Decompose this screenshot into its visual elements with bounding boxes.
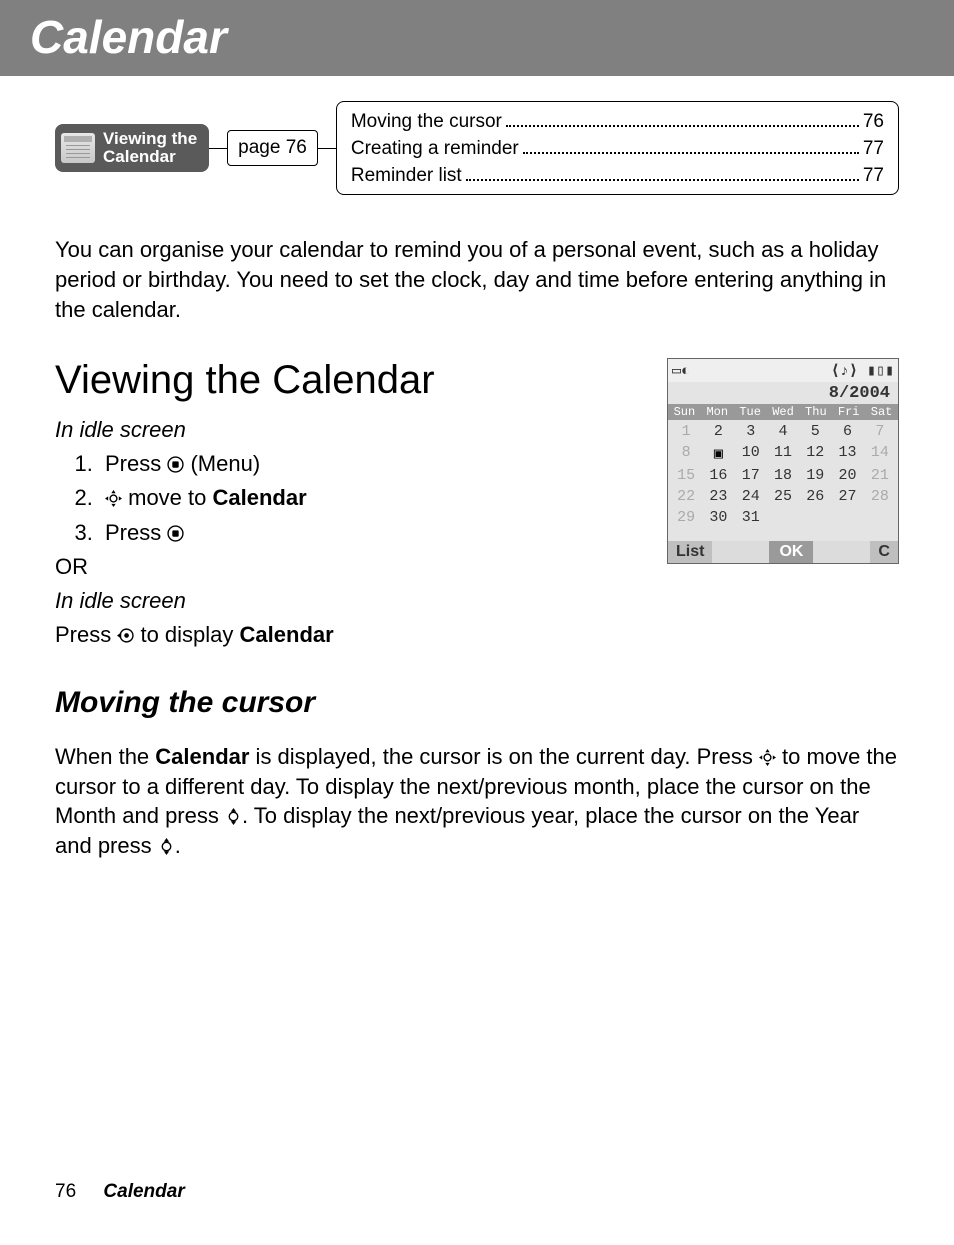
softkey-right: C — [870, 541, 898, 563]
phone-day-cell: 17 — [735, 466, 767, 485]
phone-day-cell: 19 — [799, 466, 831, 485]
footer-title: Calendar — [103, 1181, 184, 1202]
phone-day-cell: 3 — [735, 422, 767, 441]
phone-day-cell: 7 — [864, 422, 896, 441]
updown-key-icon — [158, 838, 175, 855]
title-banner: Calendar — [0, 0, 954, 76]
phone-day-cell: 21 — [864, 466, 896, 485]
context-label: In idle screen — [55, 584, 637, 618]
steps: In idle screen Press (Menu) move to Cale… — [55, 413, 637, 652]
topic-chip: Viewing the Calendar — [55, 124, 209, 172]
phone-dow-row: Sun Mon Tue Wed Thu Fri Sat — [668, 404, 898, 420]
center-key-icon — [167, 456, 184, 473]
toc-leader — [523, 135, 859, 154]
phone-month: 8/2004 — [668, 382, 898, 404]
softkey-center: OK — [769, 541, 813, 563]
connector-line — [209, 148, 227, 149]
phone-day-cell: ▣ — [702, 443, 734, 464]
left-key-icon — [117, 627, 134, 644]
phone-day-cell: 23 — [702, 487, 734, 506]
phone-day-cell: 20 — [831, 466, 863, 485]
section-heading: Viewing the Calendar — [55, 358, 637, 403]
phone-day-cell: 29 — [670, 508, 702, 527]
toc-page: 77 — [863, 163, 884, 189]
center-key-icon — [167, 525, 184, 542]
footer: 76 Calendar — [55, 1181, 185, 1203]
phone-day-cell: 13 — [831, 443, 863, 464]
toc-box: Moving the cursor 76 Creating a reminder… — [336, 101, 899, 195]
phone-day-grid: 12345678▣1011121314151617181920212223242… — [668, 420, 898, 541]
phone-day-cell: 1 — [670, 422, 702, 441]
phone-day-cell: 4 — [767, 422, 799, 441]
phone-day-cell: 12 — [799, 443, 831, 464]
updown-key-icon — [225, 808, 242, 825]
or-label: OR — [55, 550, 637, 584]
nav-key-icon — [105, 490, 122, 507]
phone-status-bar: ▭◐ ⟨♪⟩ ▮▯▮ — [668, 359, 898, 382]
toc-page: 76 — [863, 109, 884, 135]
connector-line — [318, 148, 336, 149]
toc-row: Creating a reminder 77 — [351, 135, 884, 162]
toc-row: Moving the cursor 76 — [351, 108, 884, 135]
phone-day-cell: 10 — [735, 443, 767, 464]
phone-day-cell: 5 — [799, 422, 831, 441]
phone-day-cell: 16 — [702, 466, 734, 485]
chip-line1: Viewing the — [103, 129, 197, 148]
phone-day-cell: 24 — [735, 487, 767, 506]
phone-day-cell: 2 — [702, 422, 734, 441]
toc-leader — [466, 161, 859, 180]
toc-row: Reminder list 77 — [351, 161, 884, 188]
battery-icon: ▭◐ — [672, 361, 690, 380]
chip-text: Viewing the Calendar — [103, 130, 197, 166]
phone-day-cell: 14 — [864, 443, 896, 464]
phone-day-cell: 27 — [831, 487, 863, 506]
toc-label: Moving the cursor — [351, 109, 502, 135]
step-3: Press — [99, 516, 637, 550]
page-ref-box: page 76 — [227, 130, 318, 166]
phone-day-cell: 28 — [864, 487, 896, 506]
phone-day-cell: 8 — [670, 443, 702, 464]
subsection-heading: Moving the cursor — [55, 686, 899, 720]
phone-day-cell: 6 — [831, 422, 863, 441]
phone-screenshot: ▭◐ ⟨♪⟩ ▮▯▮ 8/2004 Sun Mon Tue Wed Thu Fr… — [667, 358, 899, 564]
toc-leader — [506, 108, 859, 127]
chip-line2: Calendar — [103, 147, 176, 166]
phone-day-cell: 15 — [670, 466, 702, 485]
signal-icon: ⟨♪⟩ ▮▯▮ — [831, 361, 894, 380]
toc-label: Reminder list — [351, 163, 462, 189]
toc-page: 77 — [863, 136, 884, 162]
page-title: Calendar — [30, 10, 924, 64]
footer-page: 76 — [55, 1181, 76, 1202]
phone-day-cell: 26 — [799, 487, 831, 506]
body-text: When the Calendar is displayed, the curs… — [55, 742, 899, 861]
phone-day-cell: 30 — [702, 508, 734, 527]
context-label: In idle screen — [55, 413, 637, 447]
nav-row: Viewing the Calendar page 76 Moving the … — [55, 101, 899, 195]
step-2: move to Calendar — [99, 481, 637, 515]
toc-label: Creating a reminder — [351, 136, 519, 162]
phone-day-cell: 18 — [767, 466, 799, 485]
intro-text: You can organise your calendar to remind… — [55, 235, 899, 324]
calendar-icon — [61, 133, 95, 163]
nav-key-icon — [759, 749, 776, 766]
phone-day-cell: 11 — [767, 443, 799, 464]
step-1: Press (Menu) — [99, 447, 637, 481]
phone-day-cell: 31 — [735, 508, 767, 527]
phone-day-cell: 25 — [767, 487, 799, 506]
phone-day-cell: 22 — [670, 487, 702, 506]
alt-step: Press to display Calendar — [55, 618, 637, 652]
phone-softkeys: List OK C — [668, 541, 898, 563]
softkey-left: List — [668, 541, 712, 563]
